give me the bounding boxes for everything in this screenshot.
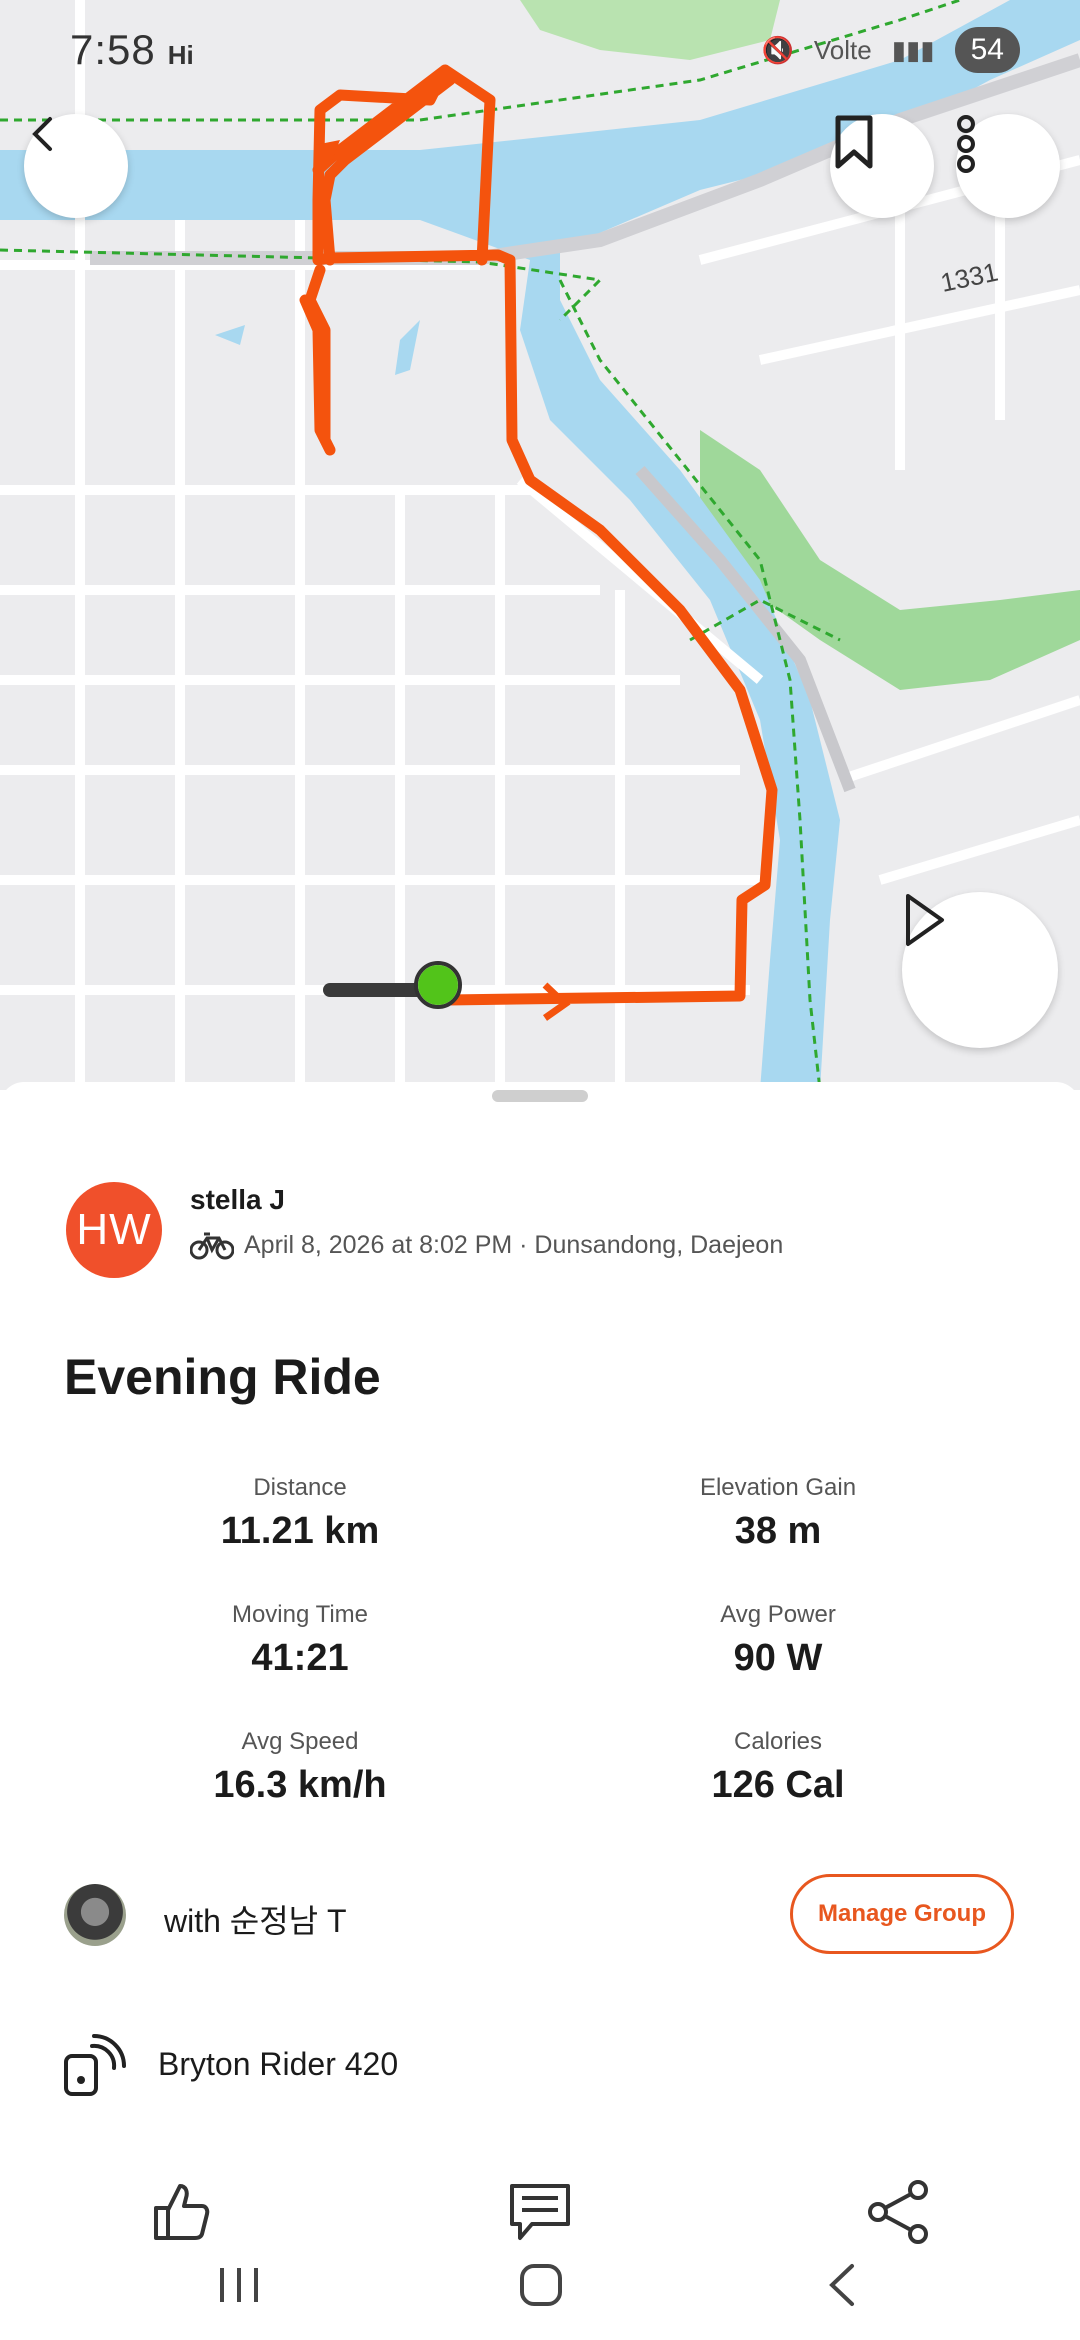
home-icon[interactable]	[516, 2260, 566, 2310]
stat-value: 38 m	[734, 1510, 822, 1552]
clock: 7:58	[70, 26, 156, 73]
stat-label: Calories	[733, 1728, 823, 1755]
bookmark-icon	[835, 115, 873, 169]
status-bar: 7:58 Hi 🔇 Volte ▮▮▮ 54	[0, 0, 1080, 100]
stat-elevation-gain: Elevation Gain 38 m	[578, 1474, 978, 1553]
stat-value: 16.3 km/h	[213, 1764, 387, 1806]
sheet-drag-handle[interactable]	[492, 1090, 588, 1102]
network-label: Volte	[813, 34, 872, 65]
mute-icon: 🔇	[761, 34, 794, 65]
recent-apps-icon[interactable]	[214, 2260, 264, 2310]
play-icon	[906, 894, 944, 946]
stat-label: Distance	[253, 1474, 347, 1501]
stat-avg-speed: Avg Speed 16.3 km/h	[100, 1728, 500, 1807]
activity-meta: April 8, 2026 at 8:02 PM · Dunsandong, D…	[190, 1230, 783, 1260]
stat-value: 126 Cal	[711, 1764, 845, 1806]
battery-level: 54	[954, 27, 1020, 73]
bookmark-button[interactable]	[830, 114, 934, 218]
share-icon[interactable]	[866, 2180, 930, 2244]
stat-distance: Distance 11.21 km	[100, 1474, 500, 1553]
group-member-avatar[interactable]	[64, 1884, 126, 1946]
stat-label: Avg Power	[720, 1601, 836, 1628]
activity-sheet: HW stella J April 8, 2026 at 8:02 PM · D…	[0, 1082, 1080, 2340]
start-marker	[418, 965, 458, 1005]
comment-icon[interactable]	[508, 2180, 572, 2244]
athlete-avatar[interactable]: HW	[66, 1182, 162, 1278]
bike-icon	[190, 1232, 234, 1260]
stat-moving-time: Moving Time 41:21	[100, 1601, 500, 1680]
stat-label: Moving Time	[231, 1601, 369, 1628]
kudos-thumbs-up-icon[interactable]	[148, 2180, 212, 2244]
more-vertical-icon	[957, 115, 975, 173]
chevron-left-icon	[32, 117, 52, 151]
road-number-label: 1331	[938, 257, 1001, 298]
stat-avg-power: Avg Power 90 W	[578, 1601, 978, 1680]
back-button[interactable]	[24, 114, 128, 218]
route-map[interactable]: 1331 7:58 Hi 🔇 Volte ▮▮▮ 54	[0, 0, 1080, 1090]
activity-title: Evening Ride	[64, 1349, 381, 1405]
more-options-button[interactable]	[956, 114, 1060, 218]
system-nav-bar	[0, 2260, 1080, 2340]
stat-label: Avg Speed	[241, 1728, 359, 1755]
back-nav-icon[interactable]	[818, 2260, 868, 2310]
stat-label: Elevation Gain	[699, 1474, 857, 1501]
activity-date-location: April 8, 2026 at 8:02 PM · Dunsandong, D…	[244, 1230, 784, 1259]
action-bar	[0, 2180, 1080, 2260]
stat-calories: Calories 126 Cal	[578, 1728, 978, 1807]
manage-group-button[interactable]: Manage Group	[790, 1874, 1014, 1954]
signal-icon: ▮▮▮	[891, 34, 935, 65]
stat-value: 41:21	[251, 1637, 349, 1679]
hi-indicator: Hi	[167, 40, 194, 70]
device-name: Bryton Rider 420	[158, 2046, 399, 2082]
play-flyover-button[interactable]	[902, 892, 1058, 1048]
stat-value: 11.21 km	[220, 1510, 380, 1552]
stat-value: 90 W	[733, 1637, 823, 1679]
device-sensor-icon	[64, 2034, 126, 2096]
athlete-name[interactable]: stella J	[190, 1184, 285, 1216]
group-members-text[interactable]: with 순정남 T	[164, 1896, 347, 1942]
